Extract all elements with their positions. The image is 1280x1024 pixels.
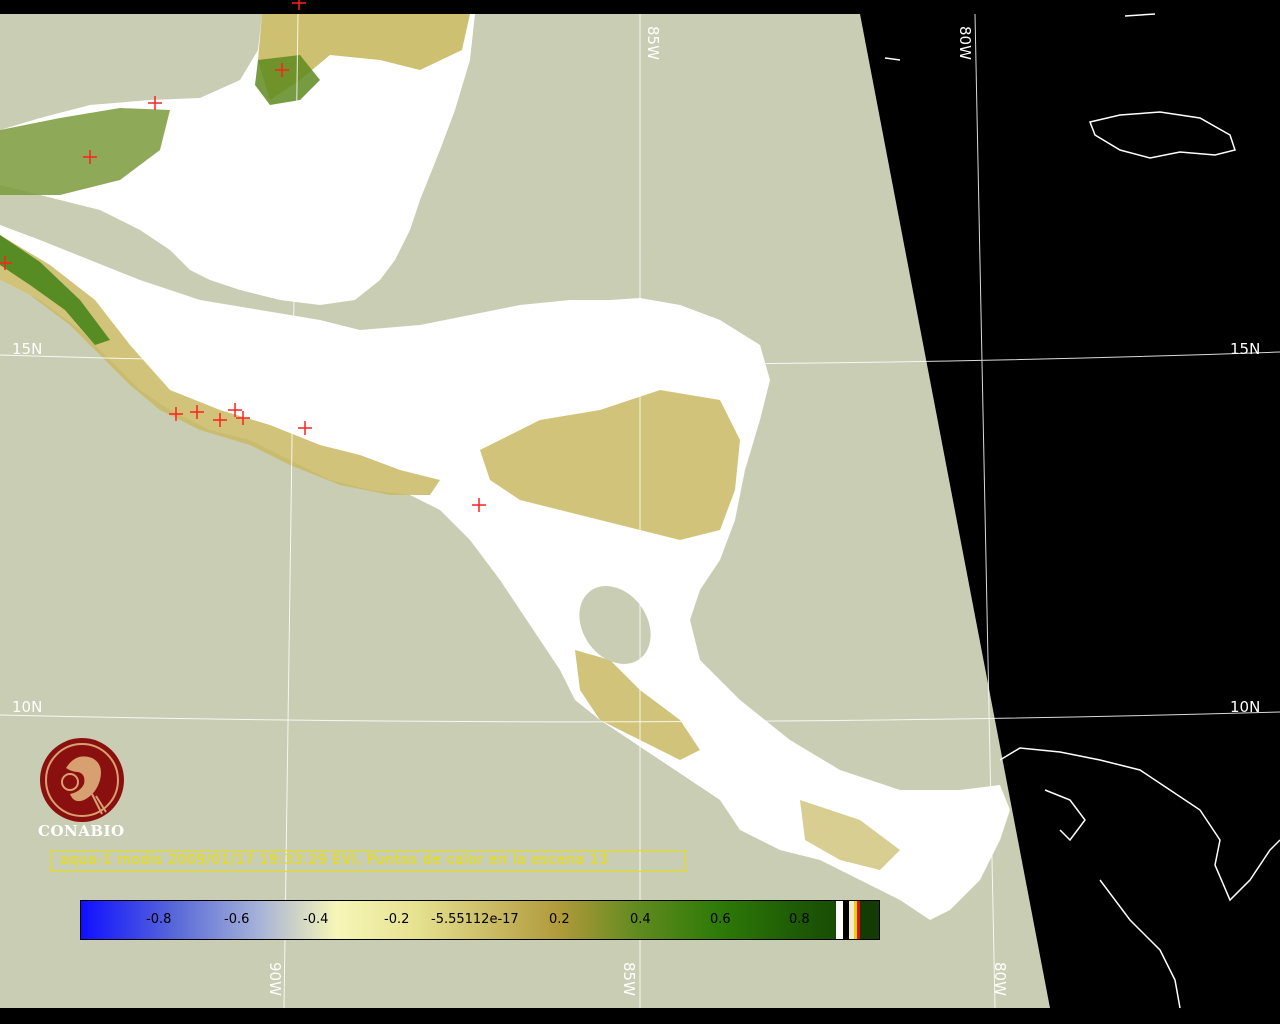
- colorbar-label: -5.55112e-17: [431, 912, 519, 927]
- grid-label-lon-bottom-90: 90W: [266, 962, 284, 996]
- colorbar-label: -0.6: [224, 912, 250, 927]
- colorbar-label: -0.2: [384, 912, 410, 927]
- grid-label-lat-left-15: 15N: [12, 340, 42, 358]
- grid-label-lat-right-15: 15N: [1230, 340, 1260, 358]
- grid-label-lat-left-10: 10N: [12, 698, 42, 716]
- caption-text: aqua-1 modis 2009/01/17 19:33:29 EVI, Pu…: [60, 852, 609, 868]
- colorbar-label: 0.4: [630, 912, 651, 927]
- colorbar-swatch-white: [836, 901, 843, 939]
- conabio-name: CONABIO: [38, 822, 125, 840]
- colorbar-label: -0.8: [146, 912, 172, 927]
- grid-label-lon-top-80: 80W: [956, 26, 974, 60]
- colorbar-label: 0.6: [710, 912, 731, 927]
- colorbar-label: 0.8: [789, 912, 810, 927]
- grid-label-lon-top-85: 85W: [644, 26, 662, 60]
- grid-label-lon-bottom-80: 80W: [991, 962, 1009, 996]
- grid-label-lat-right-10: 10N: [1230, 698, 1260, 716]
- colorbar-label: 0.2: [549, 912, 570, 927]
- colorbar-swatch-dark: [860, 901, 878, 939]
- grid-label-lon-bottom-85: 85W: [620, 962, 638, 996]
- colorbar-label: -0.4: [303, 912, 329, 927]
